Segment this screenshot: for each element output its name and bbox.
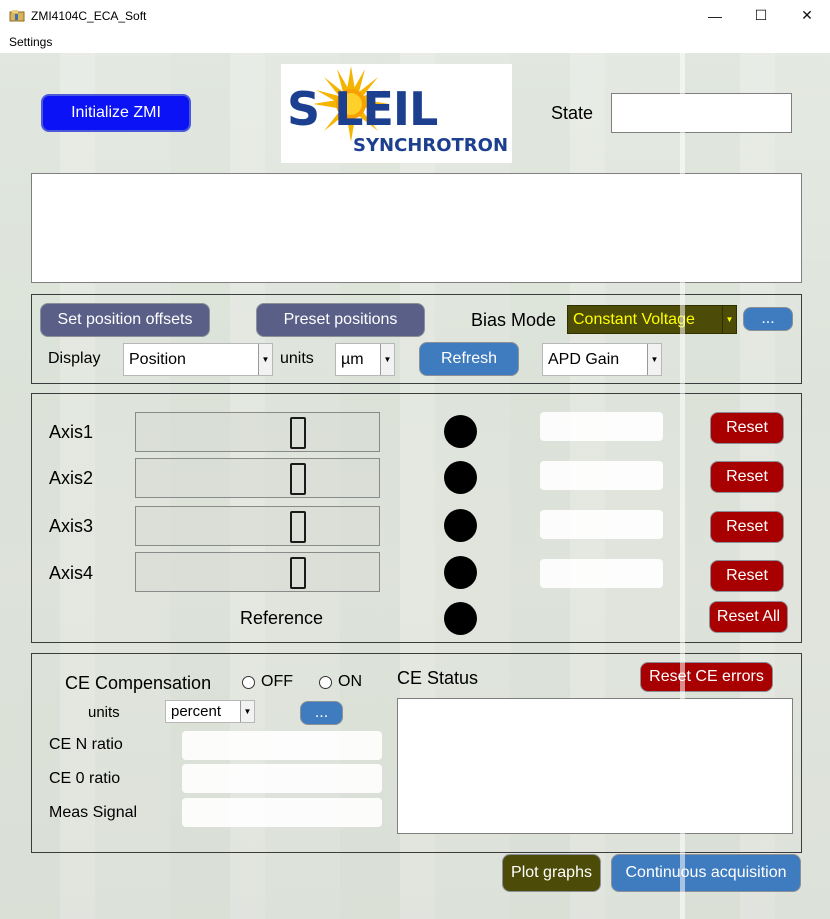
gain-value: APD Gain [548, 350, 620, 368]
ce-n-ratio-label: CE N ratio [49, 736, 123, 753]
ce-0-ratio-field [182, 764, 382, 793]
axis3-readout: 0 [135, 506, 380, 546]
display-label: Display [48, 350, 101, 367]
axis3-status-led [444, 509, 477, 542]
bias-mode-value: Constant Voltage [573, 310, 695, 328]
display-value: Position [129, 350, 186, 368]
chevron-down-icon: ▼ [240, 701, 254, 722]
set-position-offsets-button[interactable]: Set position offsets [40, 303, 210, 337]
bias-mode-label: Bias Mode [471, 310, 557, 330]
meas-signal-field [182, 798, 382, 827]
state-field [611, 93, 792, 133]
ce-units-label: units [88, 704, 120, 721]
axis1-info-field [540, 412, 663, 441]
axis4-value: 0 [290, 557, 306, 589]
display-select[interactable]: Position ▼ [123, 343, 273, 376]
axis2-value: 0 [290, 463, 306, 495]
refresh-button[interactable]: Refresh [419, 342, 519, 376]
ce-status-box [397, 698, 793, 834]
axis1-label: Axis1 [49, 422, 94, 442]
axis3-label: Axis3 [49, 516, 94, 536]
chevron-down-icon: ▼ [380, 344, 394, 375]
reference-label: Reference [240, 608, 324, 628]
axis2-info-field [540, 461, 663, 490]
reference-status-led [444, 602, 477, 635]
axis4-info-field [540, 559, 663, 588]
ce-off-label: OFF [261, 673, 293, 690]
bias-more-button[interactable]: ... [743, 307, 793, 331]
axis2-reset-button[interactable]: Reset [710, 461, 784, 493]
axis4-label: Axis4 [49, 563, 94, 583]
meas-signal-label: Meas Signal [49, 804, 138, 821]
maximize-button[interactable]: ☐ [738, 0, 784, 31]
units-value: µm [341, 350, 364, 368]
continuous-acquisition-button[interactable]: Continuous acquisition [611, 854, 801, 892]
menu-settings[interactable]: Settings [9, 35, 52, 49]
gain-select[interactable]: APD Gain ▼ [542, 343, 662, 376]
ce-0-ratio-label: CE 0 ratio [49, 770, 121, 787]
window-title: ZMI4104C_ECA_Soft [31, 9, 147, 23]
axis2-label: Axis2 [49, 468, 94, 488]
ce-off-radio[interactable] [242, 676, 255, 689]
menu-bar: Settings [0, 31, 830, 53]
ce-units-value: percent [171, 703, 222, 720]
ce-on-radio[interactable] [319, 676, 332, 689]
ce-on-label: ON [338, 673, 362, 690]
units-select[interactable]: µm ▼ [335, 343, 395, 376]
title-bar: ZMI4104C_ECA_Soft — ☐ ✕ [0, 0, 830, 31]
chevron-down-icon: ▼ [258, 344, 272, 375]
initialize-zmi-button[interactable]: Initialize ZMI [41, 94, 191, 132]
ce-n-ratio-field [182, 731, 382, 760]
ce-compensation-label: CE Compensation [65, 673, 212, 693]
plot-graphs-button[interactable]: Plot graphs [502, 854, 601, 892]
ce-status-label: CE Status [397, 668, 479, 688]
axis4-status-led [444, 556, 477, 589]
axis4-readout: 0 [135, 552, 380, 592]
axis1-reset-button[interactable]: Reset [710, 412, 784, 444]
preset-positions-button[interactable]: Preset positions [256, 303, 425, 337]
bias-mode-select[interactable]: Constant Voltage ▼ [567, 305, 737, 334]
minimize-button[interactable]: — [692, 0, 738, 31]
soleil-logo: S LEIL SYNCHROTRON [281, 64, 512, 163]
reset-all-button[interactable]: Reset All [709, 601, 788, 633]
ce-more-button[interactable]: ... [300, 701, 343, 725]
logo-word: S LEIL [287, 82, 438, 136]
chevron-down-icon: ▼ [647, 344, 661, 375]
state-label: State [551, 103, 594, 123]
axis1-readout: 0 [135, 412, 380, 452]
axis2-status-led [444, 461, 477, 494]
axis3-info-field [540, 510, 663, 539]
reset-ce-errors-button[interactable]: Reset CE errors [640, 662, 773, 692]
ce-units-select[interactable]: percent ▼ [165, 700, 255, 723]
axis1-status-led [444, 415, 477, 448]
axis4-reset-button[interactable]: Reset [710, 560, 784, 592]
client-area: Initialize ZMI S LEIL SYNCHROTRON State … [0, 53, 830, 919]
logo-subtitle: SYNCHROTRON [353, 135, 509, 156]
app-icon [9, 10, 25, 22]
close-button[interactable]: ✕ [784, 0, 830, 31]
axis3-value: 0 [290, 511, 306, 543]
axis3-reset-button[interactable]: Reset [710, 511, 784, 543]
units-label: units [280, 350, 314, 367]
axis1-value: 0 [290, 417, 306, 449]
axis2-readout: 0 [135, 458, 380, 498]
message-box [31, 173, 802, 283]
chevron-down-icon: ▼ [722, 306, 736, 333]
